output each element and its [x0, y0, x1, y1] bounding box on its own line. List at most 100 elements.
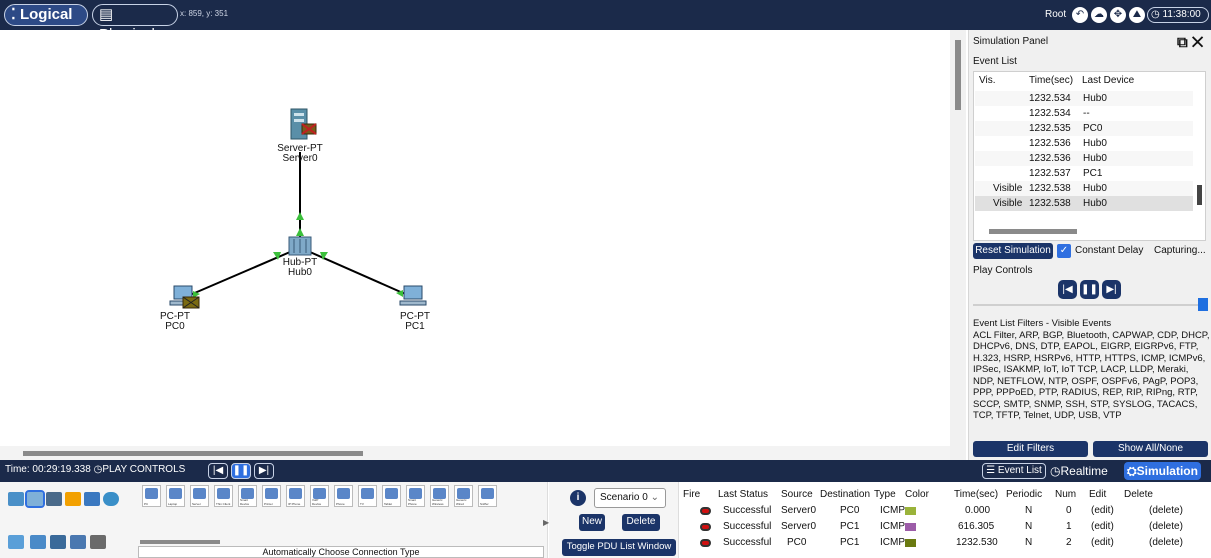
link-status-triangle	[296, 228, 304, 236]
info-icon[interactable]: i	[570, 490, 586, 506]
close-icon[interactable]: ✕	[1192, 34, 1203, 51]
pdu-periodic: N	[1025, 505, 1033, 516]
power-grid-category-icon[interactable]	[90, 535, 106, 549]
event-row[interactable]: 1232.535 PC0	[975, 121, 1193, 136]
device-list-scroll-thumb[interactable]	[140, 540, 220, 544]
clock-icon: ◷	[1151, 9, 1160, 20]
clock[interactable]: ◷ 11:38:00	[1147, 7, 1209, 23]
show-all-none-button[interactable]: Show All/None	[1093, 441, 1208, 457]
new-scenario-button[interactable]: New	[579, 514, 605, 531]
back-icon[interactable]: ↶	[1072, 7, 1088, 23]
sniffer-device-icon[interactable]: Sniffer	[478, 485, 497, 507]
industrial-category-icon[interactable]	[70, 535, 86, 549]
pdu-color-swatch	[905, 507, 916, 515]
bar-step-back-button[interactable]: |◀	[208, 463, 228, 479]
pdu-col-destination: Destination	[820, 489, 871, 500]
physical-tab[interactable]: ▤ Physical	[92, 4, 178, 43]
realtime-mode-button[interactable]: ◷Realtime	[1050, 462, 1108, 480]
end-devices-subcategory-icon[interactable]	[8, 535, 24, 549]
tv-device-icon[interactable]: TV	[358, 485, 377, 507]
pdu-source: PC0	[787, 537, 807, 548]
connections-category-icon[interactable]	[65, 492, 81, 506]
step-back-button[interactable]: |◀	[1058, 280, 1077, 299]
pdu-periodic: N	[1025, 521, 1033, 532]
reset-simulation-button[interactable]: Reset Simulation	[973, 243, 1053, 259]
restore-icon[interactable]: ⧉	[1177, 34, 1188, 51]
pdu-col-type: Type	[874, 489, 896, 500]
smart-device-icon[interactable]: Smart Device	[238, 485, 257, 507]
components-category-icon[interactable]	[46, 492, 62, 506]
pdu-type: ICMP	[880, 521, 905, 532]
phone-device-icon[interactable]: Phone	[334, 485, 353, 507]
event-list-table[interactable]: Vis. Time(sec) Last Device 1232.534 Hub0 …	[973, 71, 1206, 241]
tablet-device-icon[interactable]: Tablet	[382, 485, 401, 507]
end-devices-category-icon[interactable]	[25, 490, 45, 508]
server-device-icon[interactable]: Server	[190, 485, 209, 507]
event-row[interactable]: 1232.534 --	[975, 106, 1193, 121]
move-icon[interactable]: ✥	[1110, 7, 1126, 23]
smartphone-device-icon[interactable]: Smart Phone	[406, 485, 425, 507]
fire-icon[interactable]	[700, 523, 711, 531]
pause-button[interactable]: ❚❚	[1080, 280, 1099, 299]
printer-device-icon[interactable]: Printer	[262, 485, 281, 507]
canvas-horizontal-scroll-thumb[interactable]	[23, 451, 363, 456]
pdu-edit-link[interactable]: (edit)	[1091, 521, 1114, 532]
event-row-selected[interactable]: Visible 1232.538 Hub0	[975, 196, 1193, 211]
pdu-status: Successful	[723, 505, 772, 516]
bar-step-forward-button[interactable]: ▶|	[254, 463, 274, 479]
event-row[interactable]: 1232.536 Hub0	[975, 151, 1193, 166]
toggle-pdu-list-button[interactable]: Toggle PDU List Window	[562, 539, 676, 556]
pdu-delete-link[interactable]: (delete)	[1149, 505, 1183, 516]
delete-scenario-button[interactable]: Delete	[622, 514, 660, 531]
pdu-delete-link[interactable]: (delete)	[1149, 521, 1183, 532]
pdu-col-delete: Delete	[1124, 489, 1153, 500]
pdu-periodic: N	[1025, 537, 1033, 548]
cluster-icon[interactable]: ☁	[1091, 7, 1107, 23]
bar-pause-button[interactable]: ❚❚	[231, 463, 251, 479]
constant-delay-checkbox[interactable]: ✓	[1057, 244, 1071, 258]
smart-city-category-icon[interactable]	[50, 535, 66, 549]
fire-icon[interactable]	[700, 507, 711, 515]
pc1-icon	[399, 285, 427, 306]
event-list-hscroll-thumb[interactable]	[989, 229, 1077, 234]
voip-device-icon[interactable]: VoIP Device	[310, 485, 329, 507]
laptop-device-icon[interactable]: Laptop	[166, 485, 185, 507]
pdu-edit-link[interactable]: (edit)	[1091, 505, 1114, 516]
event-row[interactable]: 1232.537 PC1	[975, 166, 1193, 181]
viewport-icon[interactable]: ⛰	[1129, 7, 1145, 23]
panel-window-controls[interactable]: ⧉ ✕	[1177, 34, 1203, 51]
fire-icon[interactable]	[700, 539, 711, 547]
wan-emulation-category-icon[interactable]	[103, 492, 119, 506]
simulation-mode-button[interactable]: ⛭Simulation	[1124, 462, 1201, 480]
pdu-destination: PC0	[840, 505, 860, 516]
realtime-icon: ◷	[1050, 464, 1061, 478]
ip-phone-device-icon[interactable]: IP Phone	[286, 485, 305, 507]
thin-client-device-icon[interactable]: Thin Client	[214, 485, 233, 507]
network-devices-category-icon[interactable]	[8, 492, 24, 506]
pc-device-icon[interactable]: PC	[142, 485, 161, 507]
event-list-scroll-thumb[interactable]	[1197, 185, 1202, 205]
step-forward-button[interactable]: ▶|	[1102, 280, 1121, 299]
event-row[interactable]: 1232.536 Hub0	[975, 136, 1193, 151]
event-row[interactable]: Visible 1232.538 Hub0	[975, 181, 1193, 196]
home-category-icon[interactable]	[30, 535, 46, 549]
play-speed-slider[interactable]	[973, 304, 1198, 306]
reset-time-icon[interactable]: ◷	[94, 464, 103, 475]
pdu-edit-link[interactable]: (edit)	[1091, 537, 1114, 548]
scenario-select[interactable]: Scenario 0 ⌄	[594, 488, 666, 508]
event-list-toggle[interactable]: ☰ Event List	[982, 463, 1046, 479]
logical-tab[interactable]: ⁚ Logical	[4, 4, 88, 26]
pdu-num: 2	[1066, 537, 1072, 548]
canvas-vertical-scroll-thumb[interactable]	[955, 40, 961, 110]
wired-end-device-icon[interactable]: Generic Wired	[454, 485, 473, 507]
pdu-delete-link[interactable]: (delete)	[1149, 537, 1183, 548]
logical-icon: ⁚	[11, 6, 16, 23]
col-last-device: Last Device	[1082, 75, 1135, 86]
pdu-time: 1232.530	[956, 537, 998, 548]
edit-filters-button[interactable]: Edit Filters	[973, 441, 1088, 457]
wireless-end-device-icon[interactable]: Generic Wireless	[430, 485, 449, 507]
misc-category-icon[interactable]	[84, 492, 100, 506]
event-row[interactable]: 1232.534 Hub0	[975, 91, 1193, 106]
play-speed-slider-thumb[interactable]	[1198, 298, 1208, 311]
pdu-col-periodic: Periodic	[1006, 489, 1043, 500]
